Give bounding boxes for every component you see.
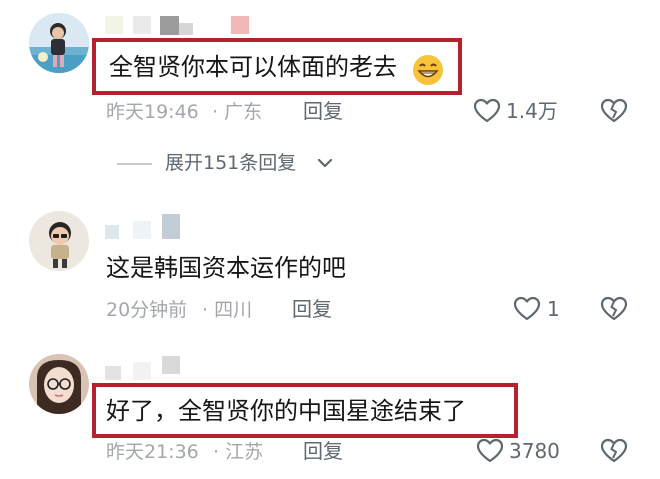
grinning-face-emoji — [413, 55, 443, 85]
avatar-image — [29, 211, 89, 271]
username-mosaic[interactable] — [105, 354, 180, 382]
avatar-image — [29, 13, 89, 73]
like-count: 3780 — [509, 439, 560, 463]
heart-outline-icon[interactable] — [473, 98, 501, 124]
chevron-down-icon[interactable] — [316, 156, 334, 170]
comment-location: · 四川 — [202, 299, 253, 321]
reply-button[interactable]: 回复 — [303, 439, 343, 463]
avatar-image — [29, 354, 89, 414]
comment-text: 全智贤你本可以体面的老去 — [109, 53, 397, 81]
avatar[interactable] — [29, 13, 89, 73]
avatar[interactable] — [29, 211, 89, 271]
comment-time: 昨天21:36 — [106, 441, 199, 463]
expand-divider — [117, 163, 152, 165]
comment-list: 全智贤你本可以体面的老去 昨天19:46 · 广东 回复 1.4万 展开151条… — [0, 0, 660, 479]
like-count: 1 — [547, 297, 560, 321]
broken-heart-icon[interactable] — [600, 296, 628, 322]
comment-time: 昨天19:46 — [106, 101, 199, 123]
username-mosaic[interactable] — [105, 13, 250, 37]
avatar[interactable] — [29, 354, 89, 414]
broken-heart-icon[interactable] — [600, 438, 628, 464]
broken-heart-icon[interactable] — [600, 98, 628, 124]
username-mosaic[interactable] — [105, 211, 180, 241]
like-count: 1.4万 — [506, 99, 558, 123]
heart-outline-icon[interactable] — [476, 438, 504, 464]
comment-text: 好了，全智贤你的中国星途结束了 — [106, 397, 466, 425]
comment-location: · 广东 — [212, 101, 263, 123]
heart-outline-icon[interactable] — [513, 296, 541, 322]
comment-time: 20分钟前 — [106, 299, 188, 321]
reply-button[interactable]: 回复 — [292, 297, 332, 321]
reply-button[interactable]: 回复 — [303, 99, 343, 123]
expand-replies-label[interactable]: 展开151条回复 — [165, 151, 296, 175]
comment-location: · 江苏 — [213, 441, 264, 463]
comment-text: 这是韩国资本运作的吧 — [106, 254, 346, 282]
